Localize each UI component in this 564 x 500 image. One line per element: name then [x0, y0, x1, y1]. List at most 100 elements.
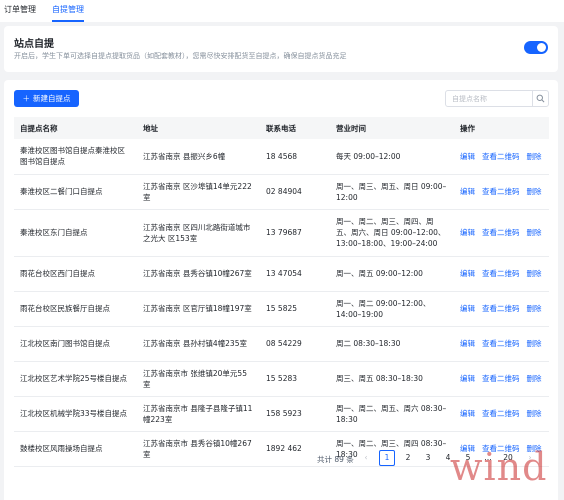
view-qrcode-link[interactable]: 查看二维码 — [482, 409, 520, 418]
search-icon — [536, 94, 545, 103]
cell-hours: 周一、周三、周五、周日 09:00–12:00 — [330, 174, 454, 210]
header-name: 自提点名称 — [14, 117, 137, 139]
cell-phone: 13 47054 — [260, 256, 330, 292]
cell-hours: 每天 09:00–12:00 — [330, 139, 454, 175]
table-header-row: 自提点名称 地址 联系电话 营业时间 操作 — [14, 117, 549, 139]
cell-name: 雨花台校区西门自提点 — [14, 256, 137, 292]
cell-name: 雨花台校区民族餐厅自提点 — [14, 291, 137, 327]
cell-actions: 编辑 查看二维码 删除 — [454, 396, 549, 432]
cell-name: 秦淮校区二餐门口自提点 — [14, 174, 137, 210]
page-1[interactable]: 1 — [379, 450, 395, 466]
cell-address: 江苏省南京市 张维镇20单元55室 — [137, 361, 260, 397]
cell-actions: 编辑 查看二维码 删除 — [454, 361, 549, 397]
top-tabs: 订单管理 自提管理 — [0, 0, 564, 22]
search-button[interactable] — [532, 91, 548, 106]
view-qrcode-link[interactable]: 查看二维码 — [482, 304, 520, 313]
cell-address: 江苏省南京 县孙村镇4幢235室 — [137, 326, 260, 362]
edit-link[interactable]: 编辑 — [460, 152, 475, 161]
table-row: 秦淮校区二餐门口自提点 江苏省南京 区沙埠镇14单元222室 02 84904 … — [14, 174, 549, 210]
total-count: 共计 89 条 — [317, 455, 354, 464]
cell-hours: 周一、周二 09:00–12:00、14:00–19:00 — [330, 291, 454, 327]
cell-phone: 02 84904 — [260, 174, 330, 210]
new-pickup-label: 新建自提点 — [33, 94, 71, 103]
view-qrcode-link[interactable]: 查看二维码 — [482, 374, 520, 383]
table-row: 秦淮校区图书馆自提点秦淮校区图书馆自提点 江苏省南京 县振兴乡6幢 18 456… — [14, 139, 549, 175]
cell-hours: 周一、周二、周三、周四、周五、周六、周日 09:00–12:00、13:00–1… — [330, 209, 454, 257]
view-qrcode-link[interactable]: 查看二维码 — [482, 187, 520, 196]
cell-phone: 158 5923 — [260, 396, 330, 432]
cell-address: 江苏省南京 县振兴乡6幢 — [137, 139, 260, 175]
cell-hours: 周二 08:30–18:30 — [330, 326, 454, 362]
pickup-table: 自提点名称 地址 联系电话 营业时间 操作 秦淮校区图书馆自提点秦淮校区图书馆自… — [14, 117, 549, 467]
search-box — [445, 90, 549, 107]
cell-address: 江苏省南京 区官厅镇18幢197室 — [137, 291, 260, 327]
edit-link[interactable]: 编辑 — [460, 374, 475, 383]
plus-icon: ＋ — [22, 94, 31, 103]
cell-actions: 编辑 查看二维码 删除 — [454, 256, 549, 292]
view-qrcode-link[interactable]: 查看二维码 — [482, 269, 520, 278]
cell-name: 江北校区艺术学院25号楼自提点 — [14, 361, 137, 397]
header-actions: 操作 — [454, 117, 549, 139]
delete-link[interactable]: 删除 — [527, 374, 542, 383]
cell-phone: 15 5283 — [260, 361, 330, 397]
edit-link[interactable]: 编辑 — [460, 409, 475, 418]
table-row: 雨花台校区民族餐厅自提点 江苏省南京 区官厅镇18幢197室 15 5825 周… — [14, 291, 549, 327]
cell-phone: 15 5825 — [260, 291, 330, 327]
table-row: 秦淮校区东门自提点 江苏省南京 区四川北路街道城市之光大 区153室 13 79… — [14, 209, 549, 257]
header-hours: 营业时间 — [330, 117, 454, 139]
delete-link[interactable]: 删除 — [527, 228, 542, 237]
cell-hours: 周三、周五 08:30–18:30 — [330, 361, 454, 397]
header-address: 地址 — [137, 117, 260, 139]
cell-phone: 13 79687 — [260, 209, 330, 257]
cell-address: 江苏省南京 区四川北路街道城市之光大 区153室 — [137, 209, 260, 257]
watermark: wind — [450, 445, 548, 489]
cell-actions: 编辑 查看二维码 删除 — [454, 209, 549, 257]
cell-actions: 编辑 查看二维码 删除 — [454, 139, 549, 175]
cell-address: 江苏省南京 县秀谷镇10幢267室 — [137, 256, 260, 292]
cell-phone: 08 54229 — [260, 326, 330, 362]
cell-hours: 周一、周五 09:00–12:00 — [330, 256, 454, 292]
cell-name: 江北校区机械学院33号楼自提点 — [14, 396, 137, 432]
delete-link[interactable]: 删除 — [527, 152, 542, 161]
page-2[interactable]: 2 — [400, 450, 416, 466]
cell-address: 江苏省南京 区沙埠镇14单元222室 — [137, 174, 260, 210]
cell-name: 江北校区南门图书馆自提点 — [14, 326, 137, 362]
view-qrcode-link[interactable]: 查看二维码 — [482, 228, 520, 237]
edit-link[interactable]: 编辑 — [460, 269, 475, 278]
cell-actions: 编辑 查看二维码 删除 — [454, 291, 549, 327]
pickup-list-card: ＋ 新建自提点 自提点名称 地址 联系电话 营业时间 操作 秦淮校区图 — [4, 80, 558, 500]
tab-order-management[interactable]: 订单管理 — [4, 4, 36, 22]
cell-phone: 18 4568 — [260, 139, 330, 175]
pickup-toggle[interactable] — [524, 41, 548, 54]
delete-link[interactable]: 删除 — [527, 269, 542, 278]
table-row: 江北校区南门图书馆自提点 江苏省南京 县孙村镇4幢235室 08 54229 周… — [14, 326, 549, 362]
view-qrcode-link[interactable]: 查看二维码 — [482, 152, 520, 161]
new-pickup-button[interactable]: ＋ 新建自提点 — [14, 90, 79, 107]
page-3[interactable]: 3 — [420, 450, 436, 466]
delete-link[interactable]: 删除 — [527, 187, 542, 196]
edit-link[interactable]: 编辑 — [460, 228, 475, 237]
edit-link[interactable]: 编辑 — [460, 304, 475, 313]
edit-link[interactable]: 编辑 — [460, 187, 475, 196]
switch-title: 站点自提 — [14, 39, 54, 50]
tab-pickup-management[interactable]: 自提管理 — [52, 4, 84, 22]
cell-hours: 周一、周二、周五、周六 08:30–18:30 — [330, 396, 454, 432]
cell-actions: 编辑 查看二维码 删除 — [454, 174, 549, 210]
delete-link[interactable]: 删除 — [527, 339, 542, 348]
cell-actions: 编辑 查看二维码 删除 — [454, 326, 549, 362]
switch-description: 开启后，学生下单可选择自提点提取货品（如配套教材），您需尽快安排配货至自提点，确… — [14, 52, 347, 60]
table-row: 雨花台校区西门自提点 江苏省南京 县秀谷镇10幢267室 13 47054 周一… — [14, 256, 549, 292]
prev-page-button[interactable]: ‹ — [358, 450, 374, 466]
view-qrcode-link[interactable]: 查看二维码 — [482, 339, 520, 348]
search-input[interactable] — [446, 91, 532, 106]
header-phone: 联系电话 — [260, 117, 330, 139]
table-row: 江北校区机械学院33号楼自提点 江苏省南京市 县隆子县隆子镇11幢223室 15… — [14, 396, 549, 432]
cell-name: 秦淮校区图书馆自提点秦淮校区图书馆自提点 — [14, 139, 137, 175]
delete-link[interactable]: 删除 — [527, 304, 542, 313]
cell-name: 秦淮校区东门自提点 — [14, 209, 137, 257]
pickup-switch-card: 站点自提 开启后，学生下单可选择自提点提取货品（如配套教材），您需尽快安排配货至… — [4, 26, 558, 72]
table-row: 江北校区艺术学院25号楼自提点 江苏省南京市 张维镇20单元55室 15 528… — [14, 361, 549, 397]
edit-link[interactable]: 编辑 — [460, 339, 475, 348]
delete-link[interactable]: 删除 — [527, 409, 542, 418]
cell-address: 江苏省南京市 县隆子县隆子镇11幢223室 — [137, 396, 260, 432]
